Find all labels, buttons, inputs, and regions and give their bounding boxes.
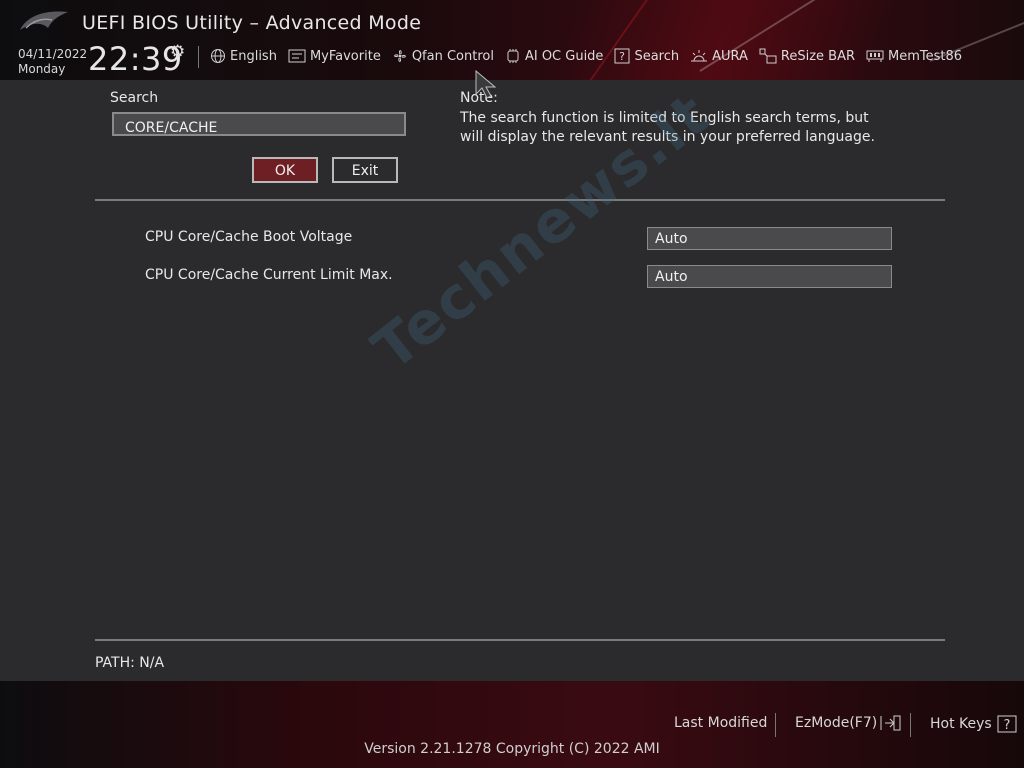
nav-ai-oc-guide[interactable]: AI OC Guide	[505, 48, 603, 64]
top-nav: English MyFavorite Qfan Control AI OC Gu…	[210, 48, 973, 64]
nav-label: English	[230, 48, 277, 64]
section-divider	[95, 199, 945, 201]
header-decoration	[589, 0, 672, 80]
mouse-cursor-icon	[475, 70, 497, 99]
rog-logo-icon	[20, 11, 68, 30]
svg-text:?: ?	[1003, 718, 1010, 733]
header-bar: UEFI BIOS Utility – Advanced Mode 04/11/…	[0, 0, 1024, 80]
exit-arrow-icon	[880, 715, 901, 731]
nav-label: AURA	[712, 48, 748, 64]
version-text: Version 2.21.1278 Copyright (C) 2022 AMI	[364, 741, 660, 757]
nav-search[interactable]: ? Search	[614, 48, 679, 64]
path-text: PATH: N/A	[95, 655, 165, 671]
nav-label: MemTest86	[888, 48, 963, 64]
ok-button[interactable]: OK	[252, 157, 318, 183]
svg-text:?: ?	[620, 50, 626, 63]
date-text: 04/11/2022	[18, 47, 88, 61]
nav-label: Qfan Control	[411, 48, 494, 64]
last-modified-button[interactable]: Last Modified	[674, 715, 767, 731]
nav-english[interactable]: English	[210, 48, 277, 64]
header-divider	[198, 46, 199, 68]
resize-bar-icon	[759, 48, 777, 64]
nav-memtest86[interactable]: MemTest86	[866, 49, 962, 64]
gear-icon[interactable]: ⚙	[170, 42, 185, 62]
clock-display: 22:39	[88, 40, 183, 78]
footer-bar: Last Modified EzMode(F7) Hot Keys ? Vers…	[0, 681, 1024, 768]
search-label: Search	[110, 90, 159, 106]
aura-light-icon	[691, 50, 708, 62]
result-value-dropdown[interactable]: Auto	[647, 227, 892, 250]
nav-label: ReSize BAR	[780, 48, 856, 64]
result-value-dropdown[interactable]: Auto	[647, 265, 892, 288]
page-title: UEFI BIOS Utility – Advanced Mode	[82, 12, 422, 34]
nav-aura[interactable]: AURA	[690, 48, 748, 64]
hot-keys-label: Hot Keys	[930, 716, 992, 732]
footer-divider	[910, 713, 911, 737]
search-input[interactable]: CORE/CACHE	[112, 112, 406, 136]
section-divider	[95, 639, 945, 641]
globe-icon	[211, 49, 225, 63]
footer-divider	[775, 713, 776, 737]
question-box-icon: ?	[997, 715, 1017, 733]
ezmode-button[interactable]: EzMode(F7)	[795, 715, 901, 731]
last-modified-label: Last Modified	[674, 715, 768, 731]
nav-resize-bar[interactable]: ReSize BAR	[759, 48, 855, 64]
day-text: Monday	[18, 62, 66, 76]
fan-icon	[393, 50, 406, 62]
question-box-icon: ?	[614, 48, 630, 64]
date-display: 04/11/2022 Monday	[18, 47, 87, 77]
nav-myfavorite[interactable]: MyFavorite	[288, 49, 381, 64]
exit-button[interactable]: Exit	[332, 157, 398, 183]
ezmode-label: EzMode(F7)	[795, 715, 878, 731]
nav-qfan-control[interactable]: Qfan Control	[392, 48, 494, 64]
memory-icon	[866, 50, 884, 62]
result-label: CPU Core/Cache Current Limit Max.	[145, 267, 393, 283]
favorite-icon	[288, 49, 306, 63]
nav-label: AI OC Guide	[524, 48, 604, 64]
hot-keys-button[interactable]: Hot Keys ?	[930, 715, 1017, 733]
result-label: CPU Core/Cache Boot Voltage	[145, 229, 353, 245]
nav-label: MyFavorite	[309, 48, 381, 64]
ai-chip-icon	[507, 49, 519, 63]
nav-label: Search	[634, 48, 680, 64]
